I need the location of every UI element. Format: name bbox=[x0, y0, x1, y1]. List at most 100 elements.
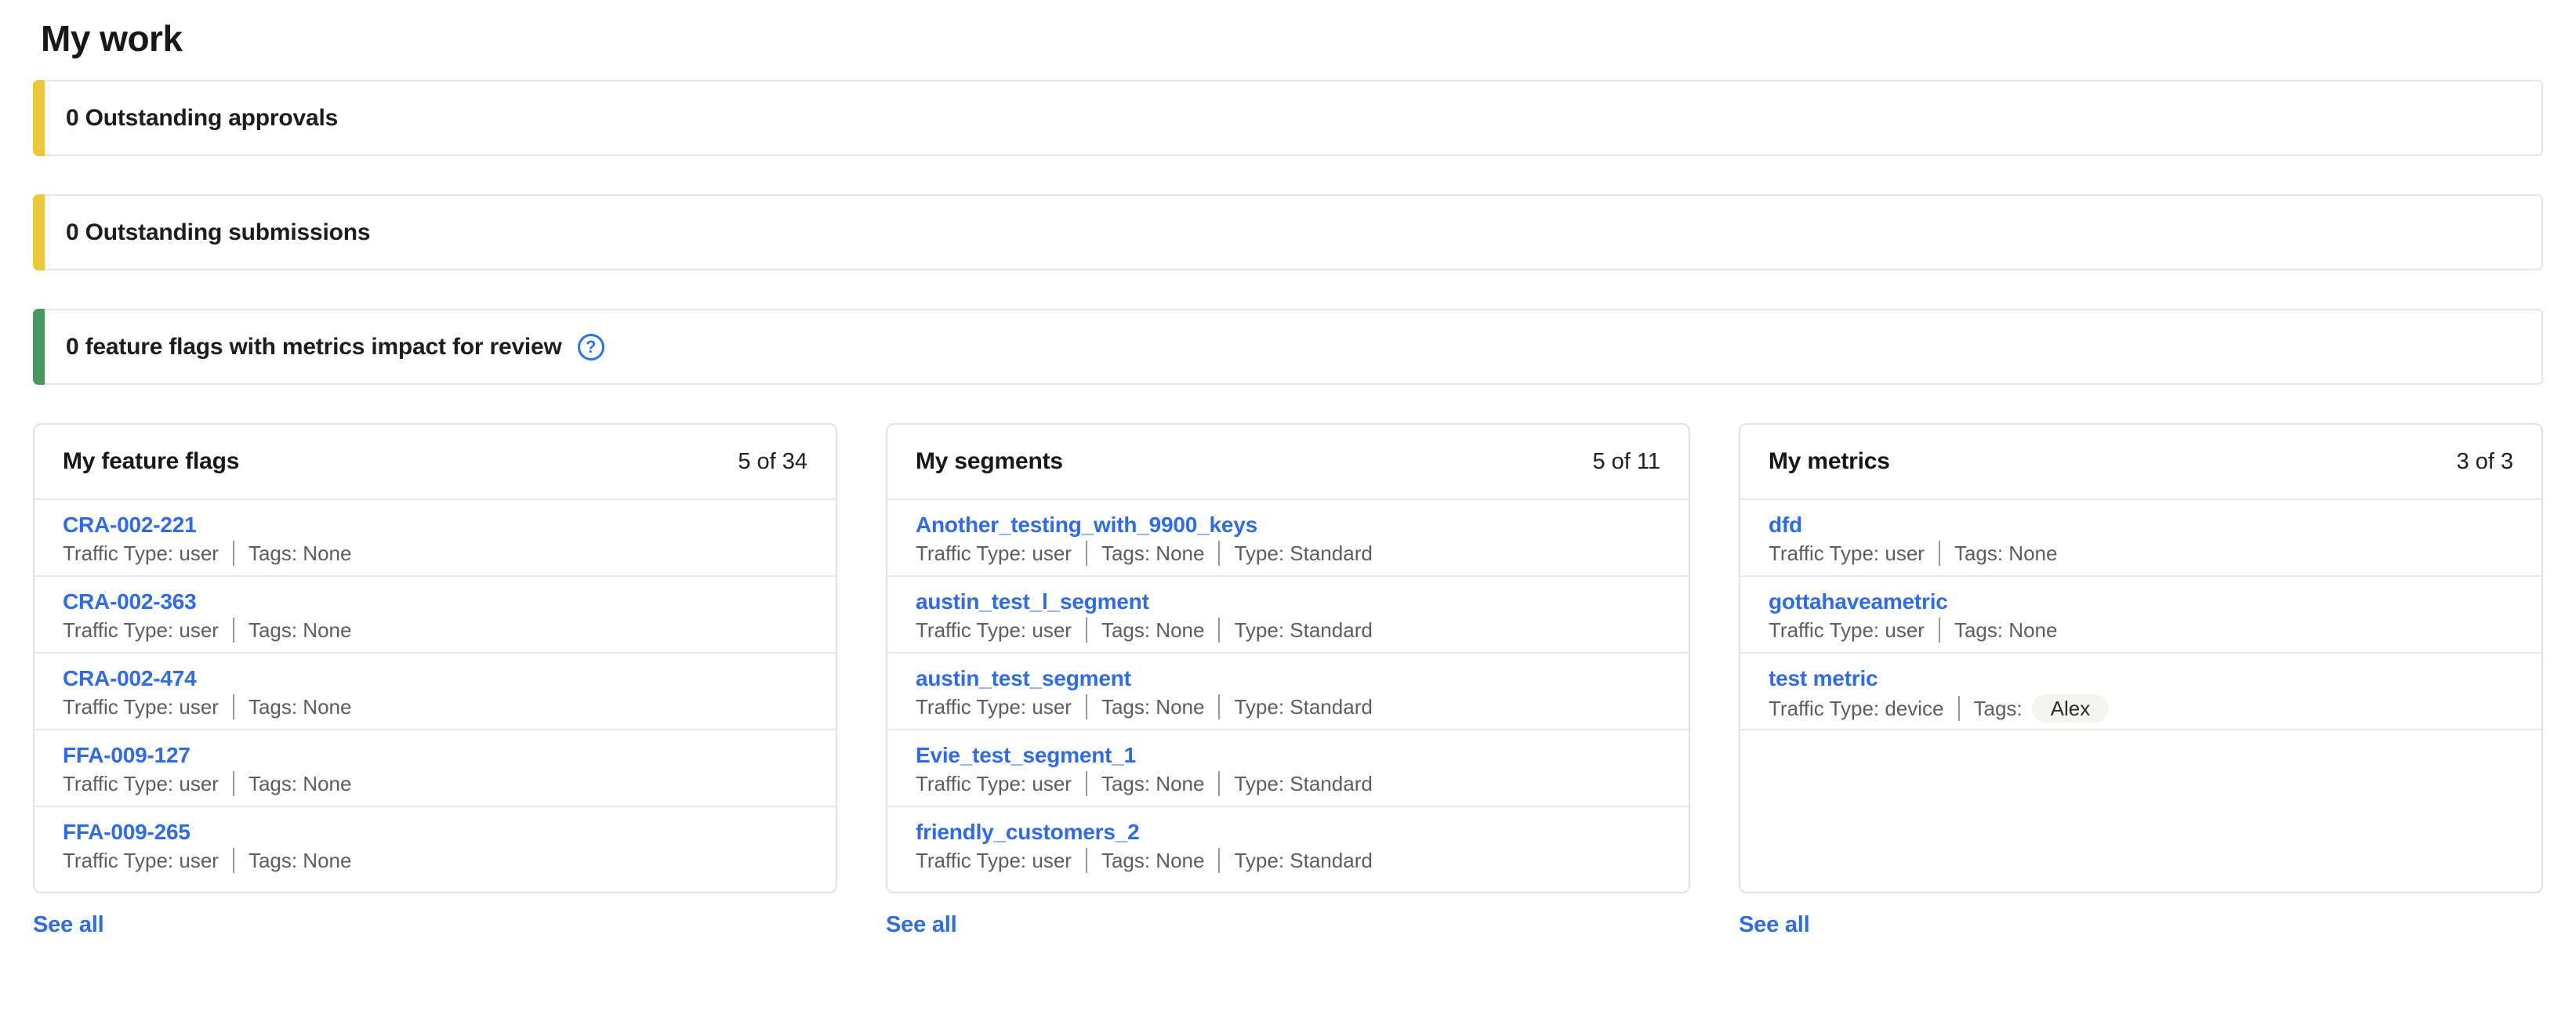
meta-value: Tags: None bbox=[1101, 542, 1205, 565]
alert-accent-bar bbox=[33, 309, 45, 385]
item-name-link[interactable]: FFA-009-127 bbox=[63, 741, 190, 770]
item-name-link[interactable]: Evie_test_segment_1 bbox=[916, 741, 1136, 770]
card: My metrics 3 of 3 dfd Traffic Type: user… bbox=[1739, 423, 2543, 893]
card-count: 5 of 34 bbox=[738, 449, 807, 475]
item-meta: Traffic Type: user Tags: None bbox=[63, 848, 807, 873]
meta-value: Traffic Type: user bbox=[63, 618, 219, 642]
list-item: test metric Traffic Type: deviceTags:Ale… bbox=[1740, 654, 2542, 730]
meta-value: Traffic Type: user bbox=[916, 849, 1072, 872]
meta-value: Tags: None bbox=[249, 695, 352, 719]
meta-value: Tags: None bbox=[1101, 849, 1205, 872]
meta-value: Type: Standard bbox=[1234, 542, 1372, 565]
alert-text: 0 feature flags with metrics impact for … bbox=[66, 334, 562, 360]
meta-value: Tags: None bbox=[249, 849, 352, 872]
alert-text: 0 Outstanding approvals bbox=[66, 105, 338, 132]
meta-divider bbox=[1939, 541, 1940, 566]
card-item-list: CRA-002-221 Traffic Type: userTags: None… bbox=[34, 500, 836, 892]
item-meta: Traffic Type: userTags: None bbox=[63, 771, 807, 796]
meta-value: Traffic Type: user bbox=[63, 772, 219, 795]
see-all-link[interactable]: See all bbox=[1739, 912, 1810, 938]
card-item-list: dfd Traffic Type: userTags: None gottaha… bbox=[1740, 500, 2542, 892]
card-title: My metrics bbox=[1769, 448, 1890, 475]
meta-divider bbox=[233, 618, 234, 643]
meta-value: Traffic Type: user bbox=[916, 542, 1072, 565]
meta-value: Tags: None bbox=[249, 618, 352, 642]
meta-divider bbox=[1958, 696, 1960, 721]
meta-value: Traffic Type: user bbox=[1769, 542, 1925, 565]
item-name-link[interactable]: FFA-009-265 bbox=[63, 818, 190, 846]
alert-banner: 0 feature flags with metrics impact for … bbox=[33, 309, 2543, 385]
alert-banner: 0 Outstanding approvals bbox=[33, 80, 2543, 156]
meta-value: Traffic Type: user bbox=[63, 542, 219, 565]
item-meta: Traffic Type: deviceTags:Alex bbox=[1769, 694, 2513, 723]
my-work-page: My work 0 Outstanding approvals 0 Outsta… bbox=[0, 0, 2576, 1036]
page-title: My work bbox=[41, 17, 2543, 60]
meta-divider bbox=[1086, 771, 1087, 796]
item-meta: Traffic Type: user Tags: None Type: Standa… bbox=[916, 694, 1660, 719]
alert-accent-bar bbox=[33, 80, 45, 156]
meta-value: Traffic Type: user bbox=[916, 695, 1072, 719]
meta-value: Traffic Type: user bbox=[63, 695, 219, 719]
meta-value: Type: Standard bbox=[1234, 772, 1372, 795]
item-name-link[interactable]: gottahaveametric bbox=[1769, 588, 1948, 616]
alert-banner: 0 Outstanding submissions bbox=[33, 194, 2543, 270]
card-column: My metrics 3 of 3 dfd Traffic Type: user… bbox=[1739, 423, 2543, 938]
meta-divider bbox=[1218, 694, 1220, 719]
card-header: My feature flags 5 of 34 bbox=[34, 425, 836, 500]
item-name-link[interactable]: friendly_customers_2 bbox=[916, 818, 1139, 846]
meta-value: Traffic Type: user bbox=[916, 618, 1072, 642]
item-name-link[interactable]: test metric bbox=[1769, 665, 1878, 693]
item-meta: Traffic Type: userTags: None bbox=[63, 541, 807, 566]
meta-divider bbox=[1086, 694, 1087, 719]
list-item: Another_testing_with_9900_keys Traffic T… bbox=[887, 500, 1689, 577]
meta-divider bbox=[1218, 541, 1220, 566]
meta-value: Traffic Type: user bbox=[1769, 618, 1925, 642]
see-all-link[interactable]: See all bbox=[33, 912, 104, 938]
list-item: FFA-009-265 Traffic Type: user Tags: None bbox=[34, 807, 836, 884]
list-item: CRA-002-474 Traffic Type: user Tags: None bbox=[34, 654, 836, 730]
item-name-link[interactable]: CRA-002-221 bbox=[63, 511, 197, 539]
list-item: austin_test_segment Traffic Type: user Ta… bbox=[887, 654, 1689, 730]
item-name-link[interactable]: austin_test_l_segment bbox=[916, 588, 1149, 616]
list-item: Evie_test_segment_1 Traffic Type: userTa… bbox=[887, 730, 1689, 807]
card: My feature flags 5 of 34 CRA-002-221 Tra… bbox=[33, 423, 837, 893]
list-item: CRA-002-221 Traffic Type: userTags: None bbox=[34, 500, 836, 577]
meta-value: Traffic Type: user bbox=[916, 772, 1072, 795]
item-name-link[interactable]: dfd bbox=[1769, 511, 1802, 539]
meta-value: Tags: None bbox=[1101, 618, 1205, 642]
card-column: My feature flags 5 of 34 CRA-002-221 Tra… bbox=[33, 423, 837, 938]
alert-accent-bar bbox=[33, 194, 45, 270]
item-name-link[interactable]: CRA-002-363 bbox=[63, 588, 197, 616]
meta-divider bbox=[1218, 771, 1220, 796]
meta-value: Type: Standard bbox=[1234, 849, 1372, 872]
alerts-section: 0 Outstanding approvals 0 Outstanding su… bbox=[33, 80, 2543, 385]
card-title: My segments bbox=[916, 448, 1063, 475]
list-item: FFA-009-127 Traffic Type: userTags: None bbox=[34, 730, 836, 807]
item-name-link[interactable]: Another_testing_with_9900_keys bbox=[916, 511, 1257, 539]
meta-divider bbox=[1086, 541, 1087, 566]
meta-value: Tags: None bbox=[1101, 695, 1205, 719]
alert-text: 0 Outstanding submissions bbox=[66, 219, 370, 246]
meta-divider bbox=[233, 541, 234, 566]
see-all-link[interactable]: See all bbox=[886, 912, 957, 938]
meta-value: Type: Standard bbox=[1234, 695, 1372, 719]
list-item: CRA-002-363 Traffic Type: user Tags: None bbox=[34, 577, 836, 654]
card-item-list: Another_testing_with_9900_keys Traffic T… bbox=[887, 500, 1689, 892]
tag-chip: Alex bbox=[2032, 694, 2110, 723]
card: My segments 5 of 11 Another_testing_with… bbox=[886, 423, 1690, 893]
meta-divider bbox=[233, 848, 234, 873]
item-name-link[interactable]: CRA-002-474 bbox=[63, 665, 197, 693]
meta-value: Type: Standard bbox=[1234, 618, 1372, 642]
item-meta: Traffic Type: userTags: None bbox=[1769, 541, 2513, 566]
item-name-link[interactable]: austin_test_segment bbox=[916, 665, 1131, 693]
card-header: My metrics 3 of 3 bbox=[1740, 425, 2542, 500]
cards-section: My feature flags 5 of 34 CRA-002-221 Tra… bbox=[33, 423, 2543, 938]
card-count: 5 of 11 bbox=[1592, 449, 1660, 475]
question-circle-icon[interactable]: ? bbox=[578, 334, 604, 360]
meta-value: Tags: None bbox=[1954, 618, 2058, 642]
meta-value: Traffic Type: user bbox=[63, 849, 219, 872]
card-count: 3 of 3 bbox=[2456, 449, 2513, 475]
meta-divider bbox=[1218, 618, 1220, 643]
item-meta: Traffic Type: user Tags: None Type: Standa… bbox=[916, 618, 1660, 643]
item-meta: Traffic Type: user Tags: None Type: Standa… bbox=[916, 541, 1660, 566]
